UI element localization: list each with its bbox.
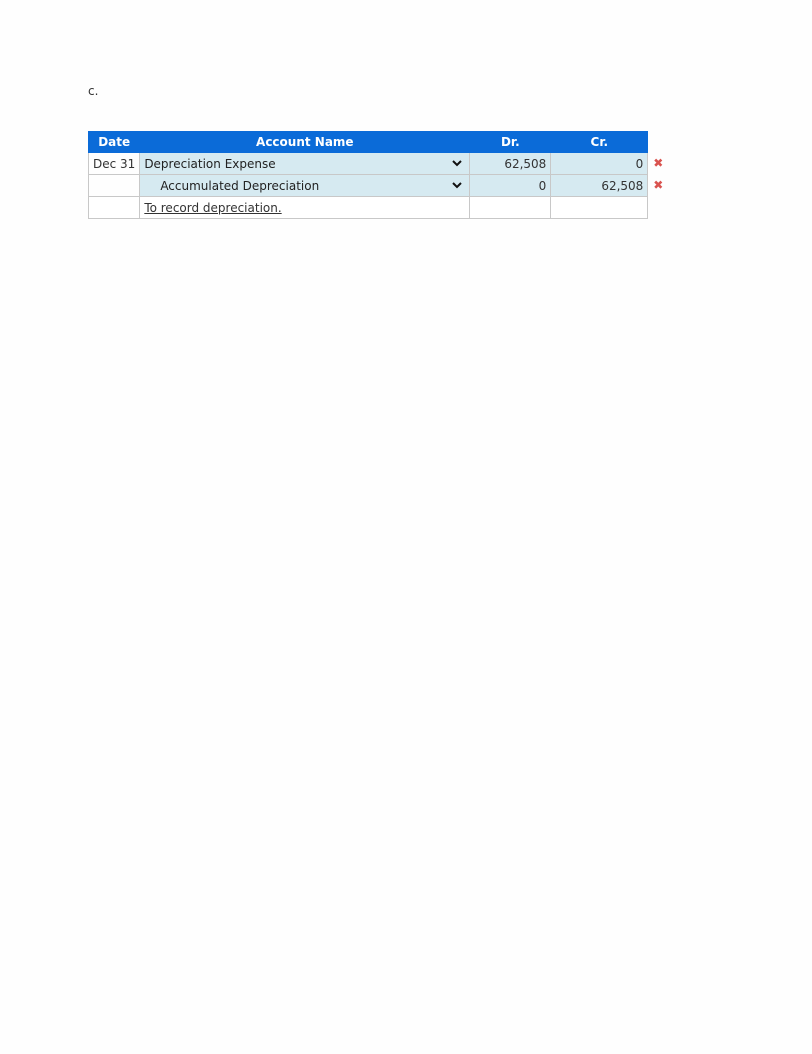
credit-input-value: 0 (635, 156, 644, 171)
chevron-down-icon[interactable] (451, 179, 463, 191)
part-label: c. (88, 84, 99, 98)
credit-cell-empty (550, 196, 649, 219)
credit-input-value: 62,508 (601, 178, 644, 193)
debit-input[interactable]: 62,508 (469, 152, 552, 175)
debit-input[interactable]: 0 (469, 174, 552, 197)
account-select[interactable]: Accumulated Depreciation (139, 174, 471, 197)
date-cell: Dec 31 (87, 152, 141, 175)
chevron-down-icon[interactable] (451, 157, 463, 169)
header-date: Date (87, 131, 141, 153)
account-select-value: Accumulated Depreciation (160, 178, 320, 193)
date-cell (87, 174, 141, 197)
memo-cell: To record depreciation. (139, 196, 471, 219)
memo-text: To record depreciation. (144, 200, 282, 215)
header-account-name: Account Name (139, 131, 471, 153)
account-select-value: Depreciation Expense (144, 156, 276, 171)
credit-input[interactable]: 0 ✖ (550, 152, 663, 175)
memo-row: To record depreciation. (87, 196, 649, 219)
table-row: Dec 31 Depreciation Expense 62,508 0 ✖ (87, 152, 663, 175)
x-mark-icon: ✖ (653, 156, 664, 170)
date-cell-empty (87, 196, 141, 219)
header-debit: Dr. (469, 131, 552, 153)
account-select[interactable]: Depreciation Expense (139, 152, 471, 175)
journal-entry-table: Date Account Name Dr. Cr. Dec 31 Depreci… (87, 131, 663, 219)
debit-cell-empty (469, 196, 552, 219)
table-header-row: Date Account Name Dr. Cr. (87, 131, 649, 153)
table-row: Accumulated Depreciation 0 62,508 ✖ (87, 174, 663, 197)
x-mark-icon: ✖ (653, 178, 664, 192)
header-credit: Cr. (550, 131, 649, 153)
credit-input[interactable]: 62,508 ✖ (550, 174, 663, 197)
